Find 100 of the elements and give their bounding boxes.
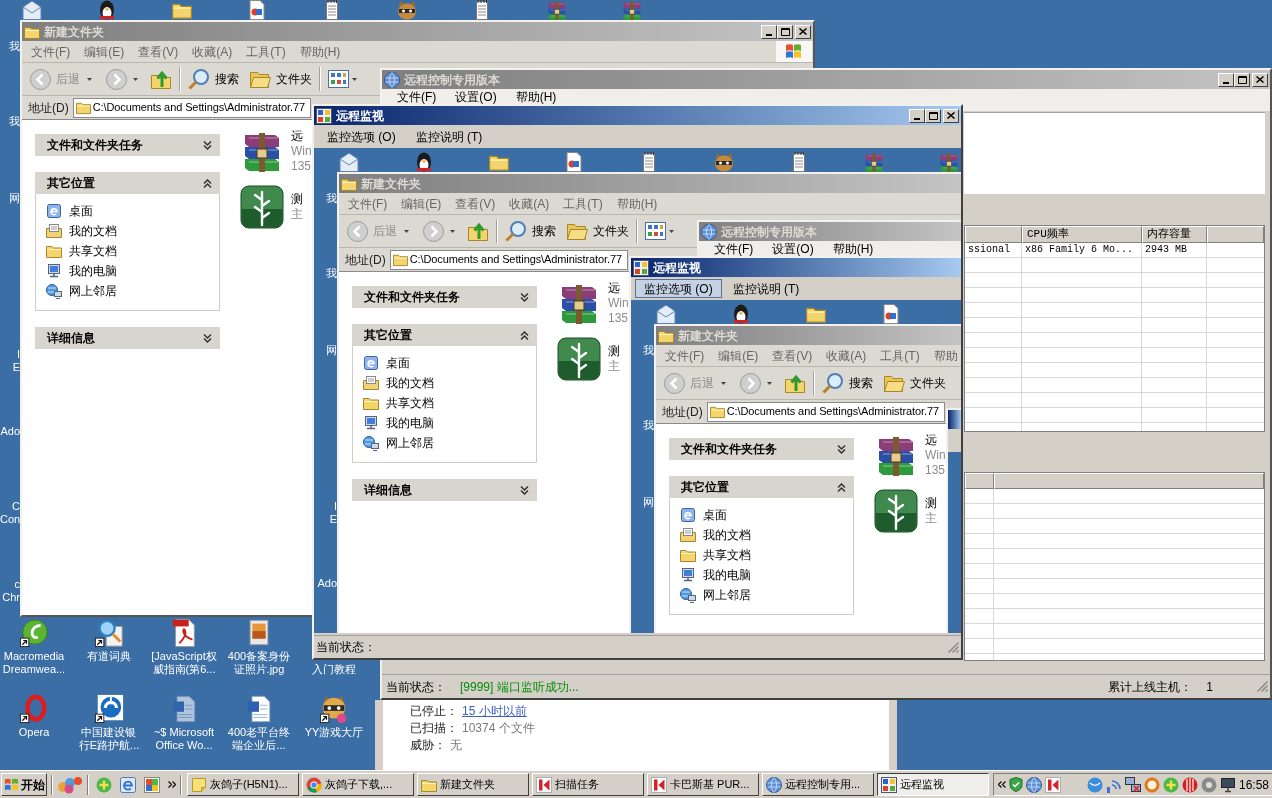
address-field[interactable]: C:\Documents and Settings\Administrator.77 (389, 249, 628, 270)
books-icon[interactable] (863, 152, 885, 174)
tiles-icon[interactable] (144, 776, 160, 793)
raccoon-icon[interactable] (319, 694, 349, 724)
menu-item[interactable]: 编辑(E) (401, 196, 442, 211)
place-link[interactable]: 网上邻居 (680, 585, 853, 605)
search-button[interactable]: 搜索 (503, 217, 558, 245)
place-link[interactable]: 共享文档 (680, 545, 853, 565)
raccoon-icon[interactable] (713, 152, 735, 172)
minimize-button[interactable] (909, 108, 925, 123)
folders-button[interactable]: 文件夹 (247, 65, 314, 93)
globe-icon[interactable] (1026, 776, 1042, 793)
column-header[interactable]: 内存容量 (1142, 226, 1207, 243)
menu-item[interactable]: 帮助 (933, 348, 958, 363)
scan-link[interactable]: 15 小时以前 (462, 703, 527, 718)
orb-icon[interactable] (1087, 776, 1103, 793)
column-header[interactable]: CPU频率 (1022, 226, 1142, 243)
section-header[interactable]: 详细信息 (352, 479, 537, 501)
magnifier-icon[interactable] (94, 618, 124, 648)
emblem-icon[interactable] (94, 694, 124, 724)
shield-icon[interactable] (1009, 777, 1023, 792)
menu-item[interactable]: 文件(F) (397, 90, 437, 104)
raccoon-icon[interactable] (396, 0, 418, 20)
taskbar-button[interactable]: 远程控制专用... (762, 773, 874, 796)
menu-item[interactable]: 查看(V) (138, 44, 179, 59)
monitor-icon[interactable] (1220, 776, 1236, 793)
place-link[interactable]: 我的电脑 (363, 413, 536, 433)
taskbar-button[interactable]: 远程监视 (877, 773, 989, 796)
browser-icon[interactable] (120, 776, 136, 793)
menu-item[interactable]: 收藏(A) (192, 44, 233, 59)
place-link[interactable]: 共享文档 (363, 393, 536, 413)
place-link[interactable]: 桌面 (680, 505, 853, 525)
menu-item[interactable]: 工具(T) (563, 196, 603, 211)
document-icon[interactable] (880, 304, 902, 324)
maximize-button[interactable] (925, 108, 941, 123)
column-header[interactable] (1207, 226, 1264, 243)
menu-item[interactable]: 文件(F) (348, 196, 388, 211)
swirl-icon[interactable] (19, 618, 49, 648)
column-header[interactable] (965, 226, 1022, 243)
taskbar-button[interactable]: 灰鸽子下载,... (302, 773, 414, 796)
minimize-button[interactable] (761, 24, 777, 39)
menu-item[interactable]: 编辑(E) (84, 44, 125, 59)
tree-icon[interactable] (240, 185, 284, 229)
taskbar-button[interactable]: 灰鸽子(H5N1)... (187, 773, 299, 796)
menu-item[interactable]: 编辑(E) (718, 348, 759, 363)
section-header[interactable]: 其它位置 (352, 324, 537, 346)
menu-item[interactable]: 帮助(H) (832, 242, 874, 256)
search-button[interactable]: 搜索 (186, 65, 241, 93)
minimize-button[interactable] (1218, 72, 1234, 87)
menu-item[interactable]: 文件(F) (714, 242, 754, 256)
menu-item[interactable]: 监控说明 (T) (406, 127, 492, 146)
column-header[interactable] (994, 473, 1264, 489)
section-header[interactable]: 其它位置 (669, 476, 854, 498)
tree-icon[interactable] (874, 489, 918, 533)
menu-item[interactable]: 帮助(H) (515, 90, 557, 104)
maximize-button[interactable] (1234, 72, 1250, 87)
place-link[interactable]: 共享文档 (46, 241, 219, 261)
place-link[interactable]: 网上邻居 (46, 281, 219, 301)
envelope-icon[interactable] (338, 152, 360, 172)
section-header[interactable]: 文件和文件夹任务 (352, 286, 537, 308)
menu-item[interactable]: 监控选项 (O) (635, 279, 722, 298)
close-button[interactable] (1252, 72, 1268, 87)
folders-button[interactable]: 文件夹 (564, 217, 631, 245)
place-link[interactable]: 我的文档 (46, 221, 219, 241)
books-icon[interactable] (546, 0, 568, 22)
maximize-button[interactable] (777, 24, 793, 39)
chevron-right-icon[interactable] (168, 781, 176, 788)
section-header[interactable]: 文件和文件夹任务 (35, 134, 220, 156)
menu-item[interactable]: 帮助(H) (616, 196, 658, 211)
menu-item[interactable]: 工具(T) (880, 348, 920, 363)
document-icon[interactable] (246, 0, 268, 20)
envelope-icon[interactable] (21, 0, 43, 20)
books-icon[interactable] (621, 0, 643, 22)
menu-item[interactable]: 收藏(A) (509, 196, 550, 211)
bubbles-icon[interactable] (57, 775, 83, 794)
place-link[interactable]: 我的文档 (680, 525, 853, 545)
menu-item[interactable]: 监控说明 (T) (723, 279, 809, 298)
menu-item[interactable]: 设置(O) (455, 90, 497, 104)
place-link[interactable]: 我的电脑 (680, 565, 853, 585)
close-button[interactable] (795, 24, 811, 39)
section-header[interactable]: 其它位置 (35, 172, 220, 194)
menu-item[interactable]: 设置(O) (772, 242, 814, 256)
place-link[interactable]: 桌面 (363, 353, 536, 373)
ring-icon[interactable] (19, 694, 49, 724)
taskbar-button[interactable]: 扫描任务 (532, 773, 644, 796)
place-link[interactable]: 我的电脑 (46, 261, 219, 281)
folders-button[interactable]: 文件夹 (881, 369, 948, 397)
document-icon[interactable] (563, 152, 585, 172)
menu-item[interactable]: 工具(T) (246, 44, 286, 59)
network-icon[interactable] (1125, 776, 1141, 793)
search-button[interactable]: 搜索 (820, 369, 875, 397)
address-field[interactable]: C:\Documents and Settings\Administrator.77 (72, 97, 311, 118)
menu-item[interactable]: 帮助(H) (299, 44, 341, 59)
taskbar-button[interactable]: 卡巴斯基 PUR... (647, 773, 759, 796)
close-button[interactable] (943, 108, 959, 123)
section-header[interactable]: 详细信息 (35, 327, 220, 349)
taskbar-button[interactable]: 新建文件夹 (417, 773, 529, 796)
disc-icon[interactable] (1182, 776, 1198, 793)
address-field[interactable]: C:\Documents and Settings\Administrator.77 (706, 401, 945, 422)
menu-item[interactable]: 收藏(A) (826, 348, 867, 363)
